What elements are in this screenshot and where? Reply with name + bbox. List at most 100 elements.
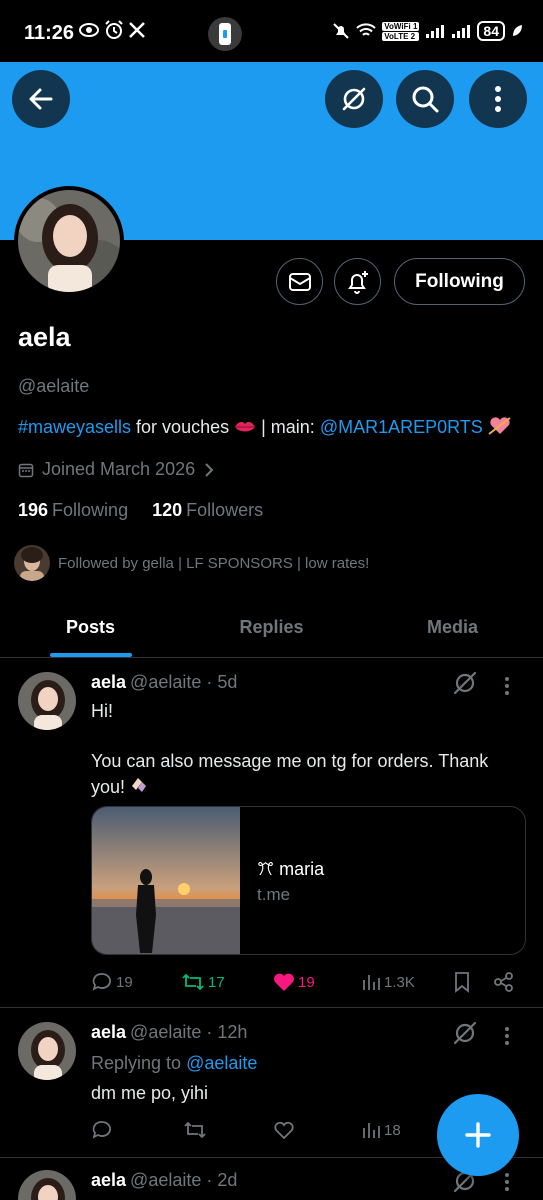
grok-icon[interactable] (452, 670, 478, 696)
calendar-icon (18, 463, 34, 477)
following-button[interactable]: Following (394, 258, 525, 305)
followed-by[interactable]: Followed by gella | LF SPONSORS | low ra… (14, 545, 369, 581)
card-title: ꔫ maria (257, 859, 325, 879)
reply-action[interactable] (91, 1119, 113, 1141)
chevron-right-icon (205, 462, 214, 477)
repost-action[interactable] (183, 1119, 207, 1141)
wifi-icon (356, 23, 376, 36)
heart-icon (274, 973, 294, 991)
back-button[interactable] (12, 70, 70, 128)
bio-text-1: for vouches (131, 417, 235, 437)
link-card[interactable]: ꔫ maria t.me (91, 806, 526, 955)
post-handle: @aelaite (130, 1022, 202, 1042)
repost-icon (182, 973, 204, 991)
leaf-icon (513, 25, 522, 36)
bio-hashtag[interactable]: #maweyasells (18, 417, 131, 437)
followers-count[interactable]: 120 Followers (152, 500, 263, 521)
mute-icon (333, 23, 350, 39)
profile-handle: @aelaite (18, 376, 90, 396)
more-vertical-icon (495, 86, 501, 112)
battery-indicator: 84 (477, 21, 505, 41)
post-avatar[interactable] (18, 1022, 76, 1080)
eye-icon (79, 23, 99, 37)
post-author[interactable]: aela (91, 672, 126, 692)
replying-to: Replying to @aelaite (91, 1053, 258, 1073)
status-time: 11:26 (24, 22, 75, 44)
following-count[interactable]: 196 Following (18, 500, 128, 521)
views-icon (363, 975, 380, 990)
repost-action[interactable]: 17 (181, 971, 225, 993)
post-more-icon[interactable] (504, 1026, 510, 1046)
heart-outline-icon (274, 1121, 294, 1140)
joined-text: Joined March 2026 (42, 459, 196, 479)
views-icon (363, 1123, 380, 1138)
profile-name: aela (18, 322, 71, 352)
post-header: aela @aelaite · 2d (91, 1170, 237, 1191)
more-button[interactable] (469, 70, 527, 128)
message-button[interactable] (276, 258, 323, 305)
x-logo-icon (129, 22, 145, 38)
views-action[interactable]: 18 (361, 1120, 401, 1140)
notify-button[interactable] (334, 258, 381, 305)
post-actions: 19 17 19 1.3K (91, 970, 521, 994)
post-more-icon[interactable] (504, 676, 510, 696)
reply-icon (92, 973, 111, 991)
profile-avatar[interactable] (14, 186, 124, 296)
tab-replies[interactable]: Replies (181, 598, 362, 657)
post-header: aela @aelaite · 5d (91, 672, 237, 693)
repost-icon (184, 1121, 206, 1139)
vowifi-badge: VoWiFi 1 (382, 21, 420, 31)
profile-tabs: Posts Replies Media (0, 598, 543, 658)
follower-avatar (14, 545, 50, 581)
alarm-icon (105, 20, 123, 39)
nail-polish-emoji (132, 778, 147, 792)
post-text: Hi! You can also message me on tg for or… (91, 701, 489, 797)
followed-by-text: Followed by gella | LF SPONSORS | low ra… (58, 554, 370, 572)
post-time: · 5d (206, 672, 238, 692)
signal-icon (426, 25, 445, 38)
views-action[interactable]: 1.3K (361, 972, 415, 992)
post-avatar[interactable] (18, 672, 76, 730)
post-handle: @aelaite (130, 672, 202, 692)
bio-mention[interactable]: @MAR1AREP0RTS (320, 417, 483, 437)
status-bar: 11:26 VoWiFi 1 VoLTE 2 84 (0, 0, 543, 62)
signal-icon-2 (452, 25, 471, 38)
search-icon (412, 86, 439, 113)
kiss-lips-icon (235, 422, 256, 432)
post-header: aela @aelaite · 12h (91, 1022, 247, 1043)
heart-arrow-icon (488, 417, 511, 435)
post-time: · 12h (206, 1022, 248, 1042)
card-image (92, 807, 240, 954)
grok-icon[interactable] (452, 1020, 478, 1046)
post-author[interactable]: aela (91, 1022, 126, 1042)
replying-to-handle[interactable]: @aelaite (186, 1053, 257, 1073)
like-action[interactable] (273, 1120, 295, 1140)
volte-badge: VoLTE 2 (382, 31, 420, 41)
status-left-icons (78, 20, 146, 40)
compose-button[interactable] (437, 1094, 519, 1176)
grok-icon (342, 87, 366, 111)
grok-button[interactable] (325, 70, 383, 128)
plus-icon (465, 1122, 491, 1148)
joined-date[interactable]: Joined March 2026 (18, 459, 215, 480)
status-right-icons: VoWiFi 1 VoLTE 2 84 (332, 21, 523, 41)
search-button[interactable] (396, 70, 454, 128)
tab-media[interactable]: Media (362, 598, 543, 657)
tab-posts[interactable]: Posts (0, 598, 181, 657)
post-time: · 2d (206, 1170, 238, 1190)
share-icon[interactable] (493, 971, 515, 993)
like-action[interactable]: 19 (273, 972, 315, 992)
card-domain: t.me (257, 885, 291, 904)
mail-icon (288, 272, 311, 291)
post-handle: @aelaite (130, 1170, 202, 1190)
reply-action[interactable]: 19 (91, 971, 133, 993)
bio-text-2: | main: (256, 417, 320, 437)
post-more-icon[interactable] (504, 1172, 510, 1192)
bookmark-icon[interactable] (453, 971, 471, 993)
follow-counts: 196 Following 120 Followers (18, 500, 263, 521)
post-author[interactable]: aela (91, 1170, 126, 1190)
reply-icon (92, 1121, 111, 1139)
post-avatar[interactable] (18, 1170, 76, 1200)
app-indicator (208, 17, 242, 51)
profile-bio: #maweyasells for vouches | main: @MAR1AR… (18, 416, 512, 438)
